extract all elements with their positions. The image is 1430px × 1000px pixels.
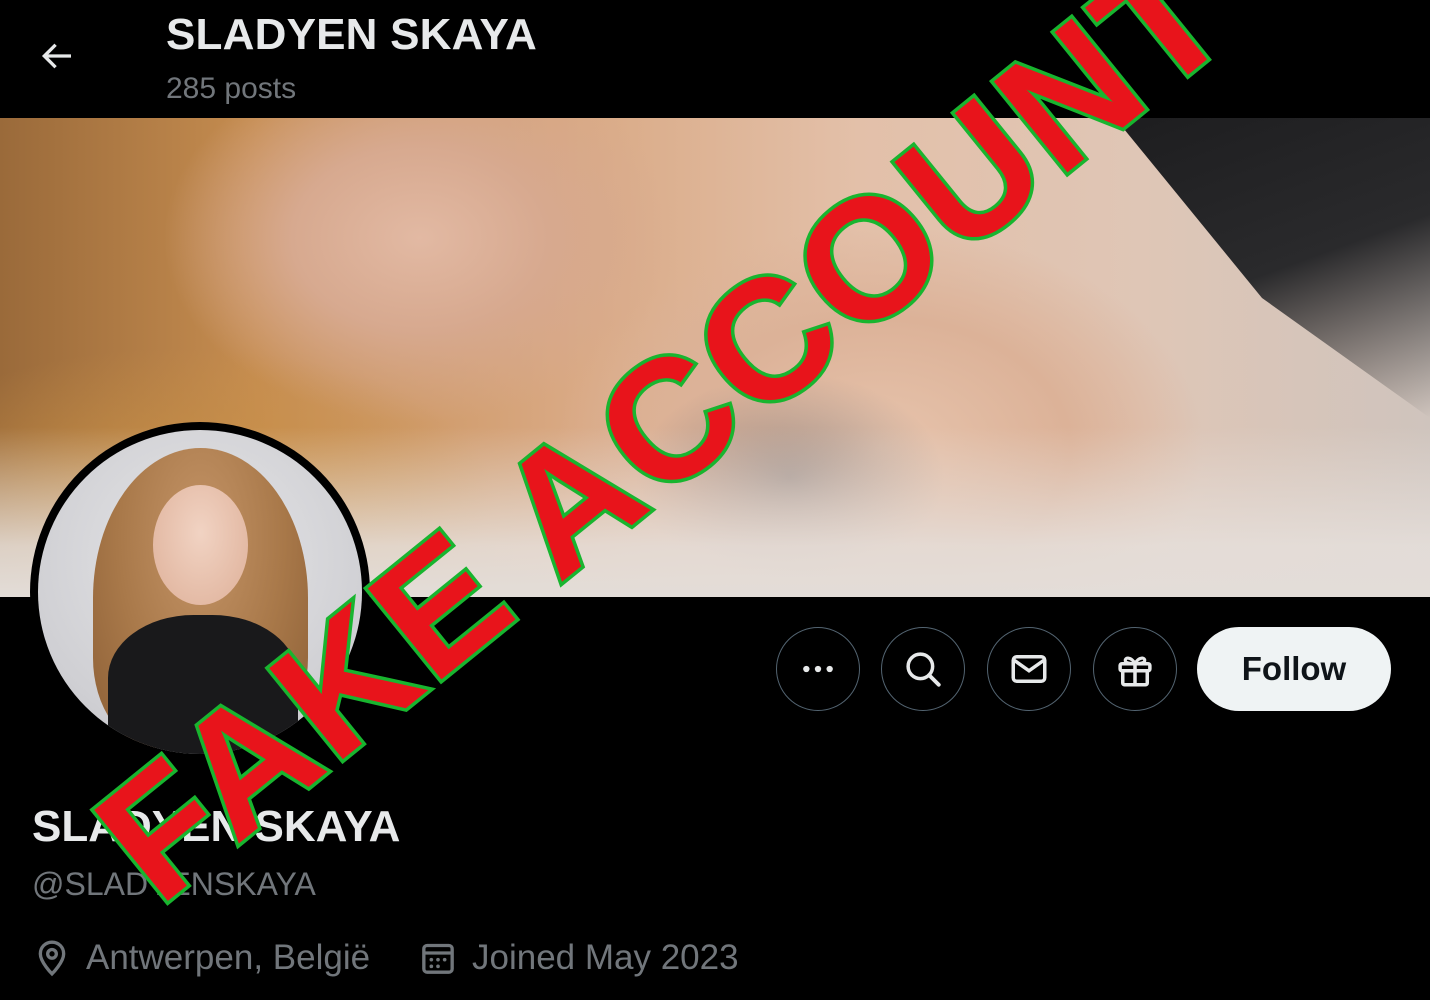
arrow-left-icon [41, 43, 71, 69]
profile-header: SLADYEN SKAYA 285 posts [0, 0, 1430, 118]
profile-display-name: SLADYEN SKAYA [32, 802, 401, 851]
location-text: Antwerpen, België [86, 938, 371, 977]
more-dots-icon [803, 665, 833, 673]
profile-handle: @SLADYENSKAYA [32, 866, 316, 902]
profile-avatar[interactable] [30, 422, 370, 762]
profile-joined-date: Joined May 2023 [418, 938, 739, 978]
calendar-icon [422, 943, 454, 974]
back-button[interactable] [26, 26, 86, 86]
follow-button[interactable]: Follow [1197, 627, 1391, 711]
avatar-detail [108, 615, 298, 754]
profile-location: Antwerpen, België [32, 938, 370, 978]
joined-text: Joined May 2023 [472, 938, 739, 977]
avatar-image [38, 430, 362, 754]
gift-icon [1118, 656, 1152, 687]
avatar-detail [153, 485, 248, 605]
header-title: SLADYEN SKAYA [166, 10, 538, 59]
search-icon [906, 652, 941, 687]
banner-detail [1115, 118, 1430, 418]
location-pin-icon [38, 940, 66, 977]
search-profile-button[interactable] [881, 627, 965, 711]
gift-button[interactable] [1093, 627, 1177, 711]
message-button[interactable] [987, 627, 1071, 711]
header-post-count: 285 posts [166, 72, 297, 105]
envelope-icon [1011, 655, 1047, 683]
more-options-button[interactable] [776, 627, 860, 711]
